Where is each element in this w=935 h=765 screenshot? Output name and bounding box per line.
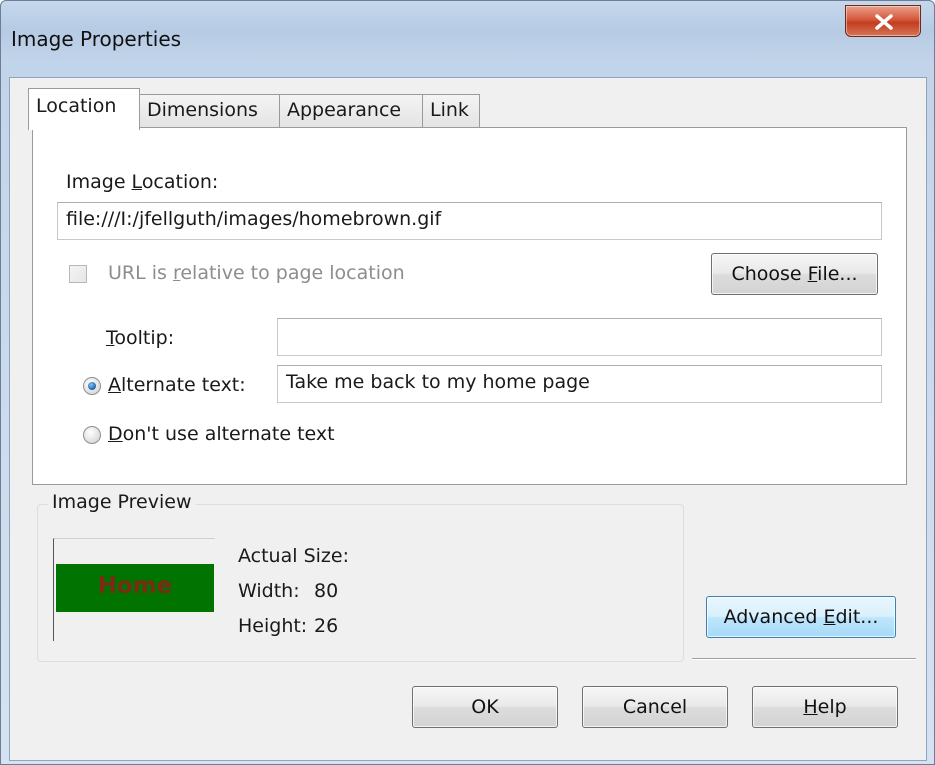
dialog-client-area: Location Dimensions Appearance Link Imag…	[9, 77, 927, 761]
alternate-text-value: Take me back to my home page	[286, 371, 590, 393]
height-value: 26	[314, 615, 339, 637]
no-alternate-text-radio[interactable]	[83, 426, 101, 444]
ok-button[interactable]: OK	[412, 686, 558, 728]
close-button[interactable]	[845, 5, 921, 37]
image-preview-frame: Home	[53, 538, 215, 641]
image-location-value: file:///I:/jfellguth/images/homebrown.gi…	[66, 208, 442, 230]
tab-link[interactable]: Link	[422, 94, 480, 128]
tooltip-input[interactable]	[277, 318, 882, 356]
location-panel: Image Location: file:///I:/jfellguth/ima…	[32, 127, 907, 485]
help-button[interactable]: Help	[752, 686, 898, 728]
image-location-label: Image Location:	[66, 171, 219, 193]
tab-label: Location	[36, 95, 117, 117]
height-label: Height:	[238, 615, 308, 637]
tab-label: Appearance	[287, 99, 402, 121]
tab-dimensions[interactable]: Dimensions	[139, 94, 280, 128]
tab-location[interactable]: Location	[28, 88, 140, 130]
width-value: 80	[314, 580, 339, 602]
advanced-edit-button[interactable]: Advanced Edit...	[706, 596, 896, 638]
relative-url-checkbox[interactable]	[69, 265, 87, 283]
cancel-button[interactable]: Cancel	[582, 686, 728, 728]
image-preview-group: Image Preview Home Actual Size: Width: 8…	[37, 491, 684, 662]
window-title: Image Properties	[11, 27, 182, 51]
alternate-text-input[interactable]: Take me back to my home page	[277, 365, 882, 403]
image-preview-legend: Image Preview	[48, 491, 196, 513]
alternate-text-label: Alternate text:	[108, 374, 246, 396]
separator	[692, 658, 916, 660]
tab-label: Dimensions	[147, 99, 258, 121]
tab-label: Link	[430, 99, 469, 121]
title-bar[interactable]: Image Properties	[1, 1, 934, 77]
actual-size-label: Actual Size:	[238, 545, 349, 567]
relative-url-label: URL is relative to page location	[108, 262, 405, 284]
home-image-preview: Home	[56, 564, 214, 612]
no-alternate-text-label: Don't use alternate text	[108, 423, 335, 445]
image-location-input[interactable]: file:///I:/jfellguth/images/homebrown.gi…	[57, 202, 882, 240]
tooltip-label: Tooltip:	[106, 327, 175, 349]
home-image-text: Home	[97, 573, 173, 599]
tab-appearance[interactable]: Appearance	[279, 94, 423, 128]
choose-file-button[interactable]: Choose File...	[711, 253, 878, 295]
image-properties-dialog: Image Properties Location Dimensions App…	[0, 0, 935, 765]
alternate-text-radio[interactable]	[83, 377, 101, 395]
width-label: Width:	[238, 580, 300, 602]
close-icon	[875, 14, 893, 30]
